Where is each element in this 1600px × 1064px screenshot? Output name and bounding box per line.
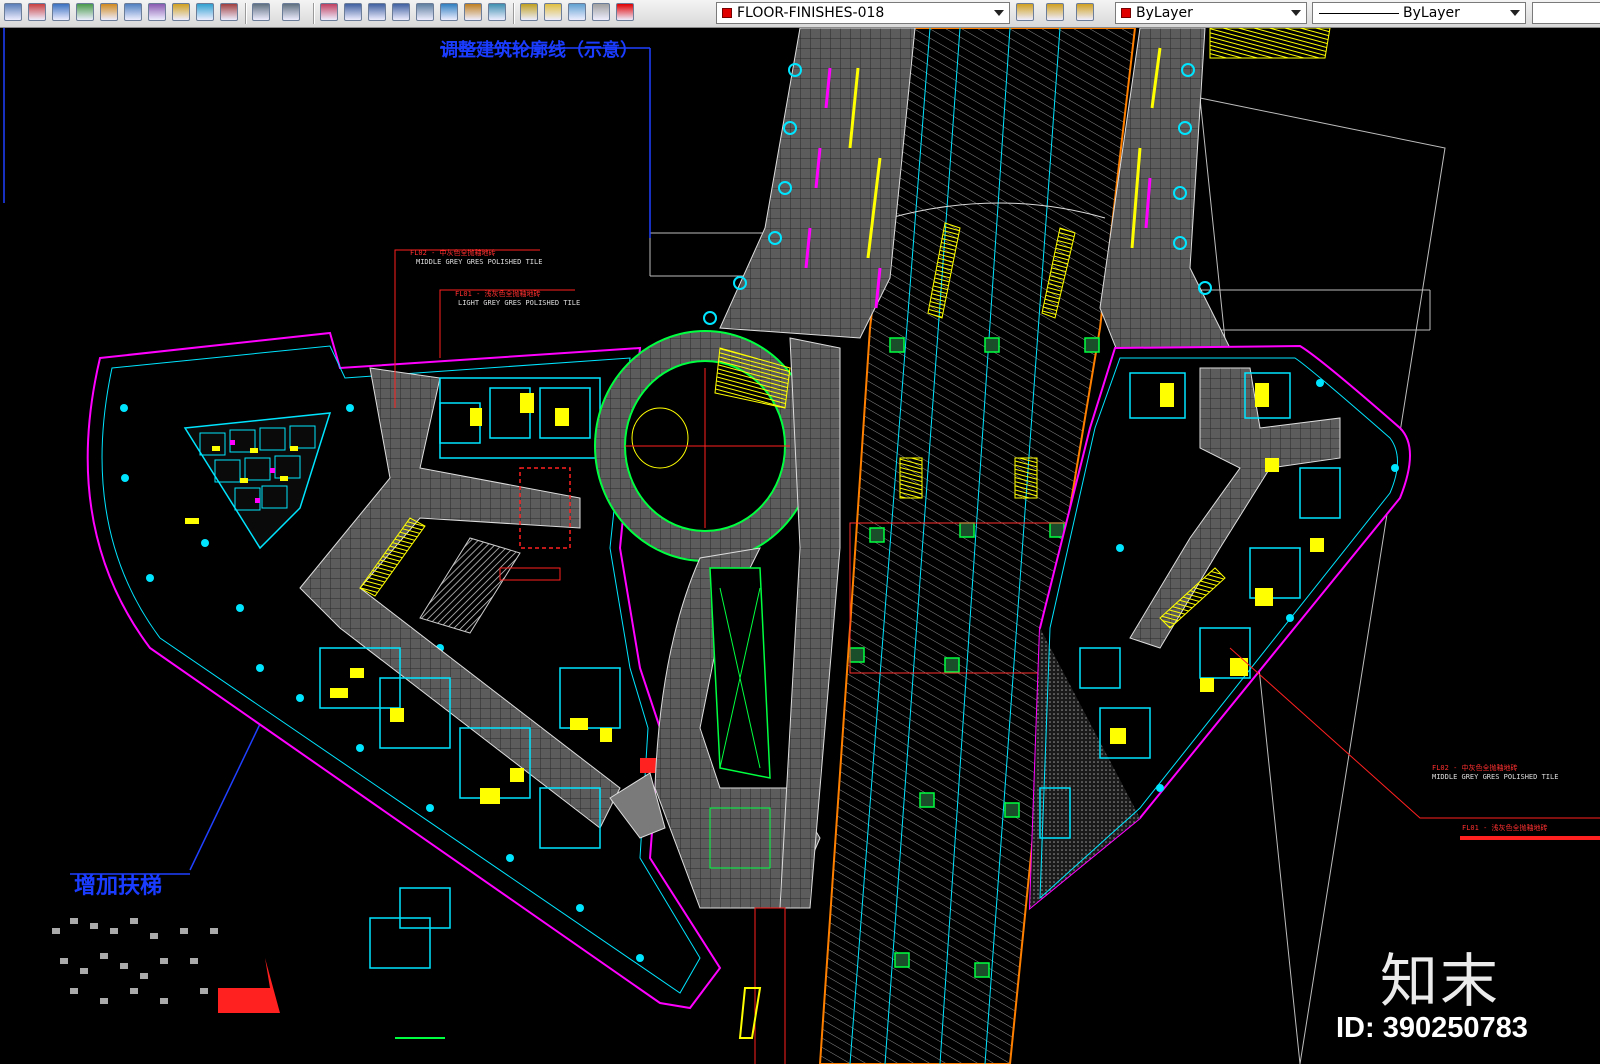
region-icon[interactable] (52, 3, 70, 21)
annotation-1-code: FL02 - 中灰色全抛釉地砖 (410, 249, 496, 257)
annotation-1-desc: MIDDLE GREY GRES POLISHED TILE (416, 258, 543, 266)
color-dropdown-value: ByLayer (1136, 5, 1193, 21)
match-properties-icon[interactable] (320, 3, 338, 21)
annotation-3-desc: MIDDLE GREY GRES POLISHED TILE (1432, 773, 1559, 781)
zoom-window-icon[interactable] (368, 3, 386, 21)
zoom-realtime-icon[interactable] (344, 3, 362, 21)
linetype-sample-line (1319, 13, 1399, 14)
chevron-down-icon[interactable] (1291, 10, 1301, 16)
annotation-2-desc: LIGHT GREY GRES POLISHED TILE (458, 299, 581, 307)
annotation-4-code: FL01 - 浅灰色全抛釉地砖 (1462, 824, 1548, 832)
layer-walk-icon[interactable] (148, 3, 166, 21)
layer-on-icon[interactable] (544, 3, 562, 21)
block-icon[interactable] (220, 3, 238, 21)
text-icon[interactable] (172, 3, 190, 21)
table-icon[interactable] (76, 3, 94, 21)
zoom-previous-icon[interactable] (392, 3, 410, 21)
redo-icon[interactable] (282, 3, 300, 21)
layer-dropdown-value: FLOOR-FINISHES-018 (737, 5, 885, 21)
chevron-down-icon[interactable] (994, 10, 1004, 16)
layer-previous-icon[interactable] (1076, 3, 1094, 21)
layer-dropdown[interactable]: FLOOR-FINISHES-018 (716, 2, 1010, 24)
toolbar-separator (245, 3, 247, 24)
lineweight-dropdown[interactable] (1532, 2, 1600, 24)
layers-icon[interactable] (520, 3, 538, 21)
overlay-title-text: 调整建筑轮廓线（示意） (440, 40, 638, 61)
standard-toolbar: FLOOR-FINISHES-018 ByLayer ByLayer (0, 0, 1600, 28)
layer-color-swatch (722, 8, 732, 18)
toolbar-separator (513, 3, 515, 24)
toolbar-separator (313, 3, 315, 24)
properties-icon[interactable] (416, 3, 434, 21)
color-swatch (1121, 8, 1131, 18)
road-upper-right (1099, 28, 1331, 359)
road-upper-left (703, 28, 916, 339)
autocad-window: FLOOR-FINISHES-018 ByLayer ByLayer 调整建筑轮… (0, 0, 1600, 1064)
layer-color-icon[interactable] (616, 3, 634, 21)
tool-palettes-icon[interactable] (464, 3, 482, 21)
make-current-icon[interactable] (1016, 3, 1034, 21)
design-center-icon[interactable] (440, 3, 458, 21)
annotation-2-code: FL01 - 浅灰色全抛釉地砖 (455, 290, 541, 298)
drawing-canvas[interactable]: 调整建筑轮廓线（示意） 增加扶梯 FL02 - 中灰色全抛釉地砖 MIDDLE … (0, 28, 1600, 1064)
layer-states-icon[interactable] (1046, 3, 1064, 21)
floor-plan-drawing (3, 28, 1600, 1064)
watermark-logo: 知末 (1380, 947, 1501, 1015)
linetype-dropdown[interactable]: ByLayer (1312, 2, 1526, 24)
layer-lock-icon[interactable] (592, 3, 610, 21)
pan-icon[interactable] (124, 3, 142, 21)
layer-freeze-icon[interactable] (568, 3, 586, 21)
undo-icon[interactable] (252, 3, 270, 21)
add-escalator-label: 增加扶梯 (74, 874, 163, 899)
gradient-icon[interactable] (196, 3, 214, 21)
hatch-icon[interactable] (28, 3, 46, 21)
escalator-symbol (52, 918, 280, 1013)
chevron-down-icon[interactable] (1510, 10, 1520, 16)
sheet-set-icon[interactable] (488, 3, 506, 21)
move-icon[interactable] (100, 3, 118, 21)
watermark-id: ID: 390250783 (1336, 1012, 1528, 1044)
annotation-3-code: FL02 - 中灰色全抛釉地砖 (1432, 764, 1518, 772)
rectangle-icon[interactable] (4, 3, 22, 21)
color-dropdown[interactable]: ByLayer (1115, 2, 1307, 24)
linetype-dropdown-value: ByLayer (1403, 5, 1460, 21)
